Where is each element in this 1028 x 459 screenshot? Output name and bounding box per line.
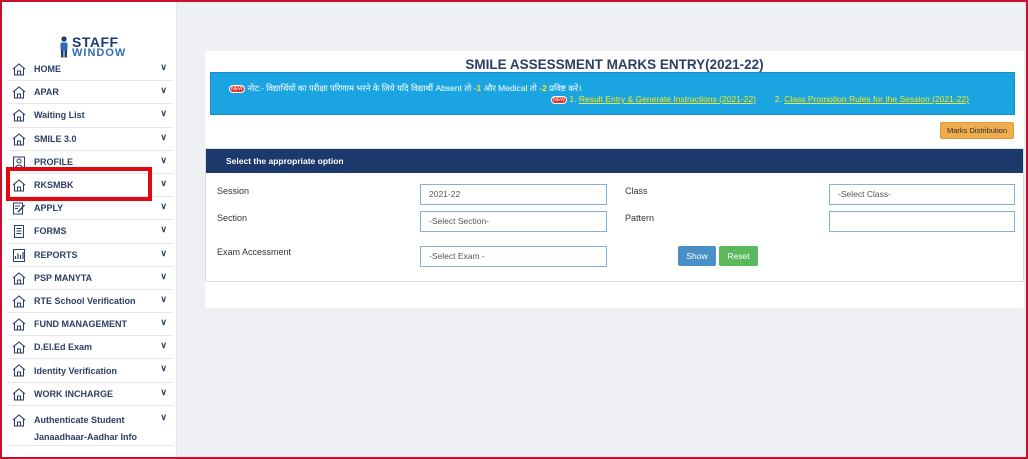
result-entry-instructions-link[interactable]: Result Entry & Generate Instructions (20… [579, 94, 756, 104]
home-icon [12, 318, 26, 331]
sidebar-item-identity-verification[interactable]: Identity Verification ∨ [8, 359, 173, 383]
chevron-down-icon: ∨ [160, 247, 167, 258]
sidebar-item-waiting-list[interactable]: Waiting List ∨ [8, 104, 173, 128]
new-badge: NEW [551, 95, 567, 104]
class-label: Class [625, 186, 648, 196]
chevron-down-icon: ∨ [160, 85, 167, 96]
sidebar-item-forms[interactable]: FORMS ∨ [8, 220, 173, 244]
sidebar-item-label: FUND MANAGEMENT [34, 319, 127, 330]
chevron-down-icon: ∨ [160, 363, 167, 374]
home-icon [12, 63, 26, 76]
notice-links: NEW 1. Result Entry & Generate Instructi… [551, 94, 969, 104]
page-title: SMILE ASSESSMENT MARKS ENTRY(2021-22) [465, 57, 764, 72]
rksmbk-highlight-box [6, 167, 152, 201]
chevron-down-icon: ∨ [160, 386, 167, 397]
sidebar-item-smile[interactable]: SMILE 3.0 ∨ [8, 128, 173, 151]
person-icon [60, 36, 68, 58]
sidebar-item-label: RTE School Verification [34, 295, 136, 306]
pattern-label: Pattern [625, 213, 655, 223]
reset-button[interactable]: Reset [719, 246, 758, 266]
sidebar-item-apar[interactable]: APAR ∨ [8, 81, 173, 105]
home-icon [12, 132, 26, 146]
section-label: Section [217, 213, 248, 223]
sidebar-item-label: HOME [34, 64, 61, 75]
chevron-down-icon: ∨ [160, 317, 167, 328]
exam-select[interactable]: -Select Exam - [420, 246, 607, 267]
sidebar-item-authenticate-student[interactable]: Authenticate Student Janaadhaar-Aadhar I… [8, 406, 173, 446]
marks-distribution-button[interactable]: Marks Distribution [940, 122, 1014, 139]
sidebar-item-label: FORMS [34, 226, 67, 237]
panel-heading: Select the appropriate option [206, 149, 1023, 173]
chevron-down-icon: ∨ [160, 270, 167, 281]
reports-icon [13, 248, 25, 262]
class-promotion-rules-link[interactable]: Class Promotion Rules for the Session (2… [784, 94, 969, 104]
new-badge: NEW [229, 84, 245, 93]
chevron-down-icon: ∨ [160, 340, 167, 351]
notice-suffix: प्रविष्ट करें। [546, 83, 582, 93]
session-select[interactable]: 2021-22 [420, 184, 607, 205]
home-icon [12, 271, 26, 285]
sidebar-item-label: Identity Verification [34, 365, 118, 376]
class-select[interactable]: -Select Class- [829, 184, 1015, 205]
home-icon [12, 341, 26, 354]
chevron-down-icon: ∨ [160, 62, 167, 72]
chevron-down-icon: ∨ [160, 411, 167, 422]
chevron-down-icon: ∨ [160, 154, 167, 165]
sidebar-item-label: Waiting List [34, 110, 85, 121]
home-icon [12, 86, 26, 99]
link1-number: 1. [569, 94, 577, 104]
sidebar-item-label: Authenticate Student Janaadhaar-Aadhar I… [34, 414, 138, 442]
sidebar-nav: HOME ∨ APAR ∨ Waiting List ∨ SMILE 3.0 ∨… [8, 58, 173, 446]
sidebar-item-label: D.El.Ed Exam [34, 342, 93, 353]
sidebar-item-home[interactable]: HOME ∨ [8, 58, 173, 82]
notice-prefix: नोट:- विद्यार्थियों का परीक्षा परिणाम भर… [247, 83, 474, 93]
chevron-down-icon: ∨ [160, 177, 167, 188]
notice-banner: NEW नोट:- विद्यार्थियों का परीक्षा परिणा… [210, 72, 1015, 115]
staff-window-logo[interactable]: STAFF WINDOW [58, 34, 128, 60]
sidebar-item-fund-management[interactable]: FUND MANAGEMENT ∨ [8, 313, 173, 337]
pattern-field[interactable] [829, 211, 1015, 232]
home-icon [12, 109, 26, 122]
home-icon [12, 414, 26, 427]
chevron-down-icon: ∨ [160, 131, 167, 142]
section-select[interactable]: -Select Section- [420, 211, 607, 232]
home-icon [12, 295, 26, 308]
sidebar-item-label: REPORTS [34, 249, 78, 260]
sidebar-item-reports[interactable]: REPORTS ∨ [8, 244, 173, 267]
session-label: Session [217, 186, 250, 196]
medical-value: -2 [539, 83, 547, 93]
main-content: SMILE ASSESSMENT MARKS ENTRY(2021-22) NE… [205, 51, 1024, 308]
sidebar: STAFF WINDOW HOME ∨ APAR ∨ Waiting List … [2, 2, 177, 457]
chevron-down-icon: ∨ [160, 293, 167, 304]
chevron-down-icon: ∨ [160, 108, 167, 119]
show-button[interactable]: Show [678, 246, 716, 266]
sidebar-item-deled-exam[interactable]: D.El.Ed Exam ∨ [8, 336, 173, 360]
link2-number: 2. [774, 94, 782, 104]
forms-icon [14, 225, 24, 239]
sidebar-item-label: APPLY [34, 203, 64, 214]
sidebar-item-label: SMILE 3.0 [34, 133, 77, 144]
chevron-down-icon: ∨ [160, 224, 167, 235]
sidebar-item-label: WORK INCHARGE [34, 388, 113, 399]
notice-text: NEW नोट:- विद्यार्थियों का परीक्षा परिणा… [229, 83, 581, 94]
sidebar-item-psp-manyta[interactable]: PSP MANYTA ∨ [8, 267, 173, 290]
sidebar-item-label: PROFILE [34, 156, 74, 167]
sidebar-item-label: PSP MANYTA [34, 272, 93, 283]
chevron-down-icon: ∨ [160, 201, 167, 212]
home-icon [12, 364, 26, 377]
selection-panel: Select the appropriate option Session 20… [205, 148, 1024, 282]
sidebar-item-label: APAR [34, 87, 59, 98]
apply-icon [13, 202, 26, 215]
exam-accessment-label: Exam Accessment [217, 247, 292, 257]
sidebar-item-rte-school-verification[interactable]: RTE School Verification ∨ [8, 290, 173, 314]
home-icon [12, 387, 26, 401]
sidebar-item-work-incharge[interactable]: WORK INCHARGE ∨ [8, 383, 173, 406]
notice-mid: और Medical तो [481, 83, 540, 93]
